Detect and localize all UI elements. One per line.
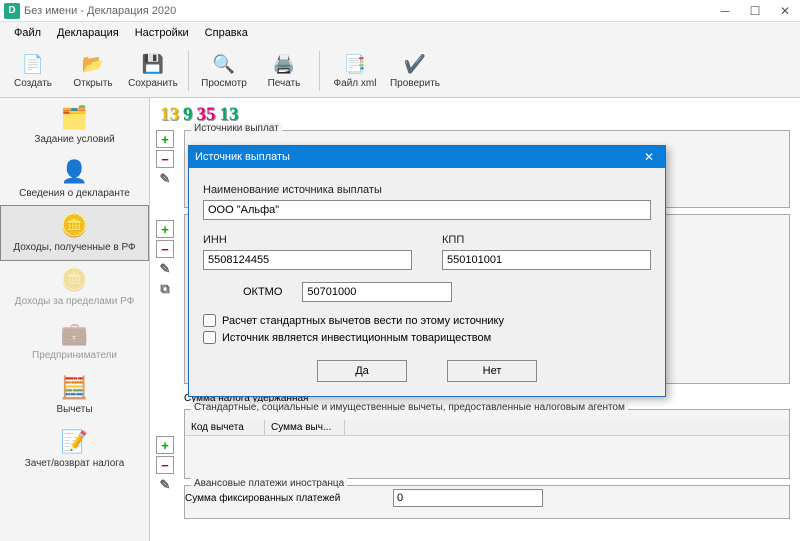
add-income-button[interactable]: +: [156, 220, 174, 238]
source-name-input[interactable]: [203, 200, 651, 220]
return-icon: 📝: [59, 428, 91, 456]
sidebar: 🗂️Задание условий 👤Сведения о декларанте…: [0, 98, 150, 541]
toolbar: 📄Создать 📂Открыть 💾Сохранить 🔍Просмотр 🖨…: [0, 44, 800, 98]
close-button[interactable]: ✕: [770, 1, 800, 21]
preview-icon: 🔍: [212, 52, 236, 76]
deductions-legend: Стандартные, социальные и имущественные …: [191, 402, 628, 413]
oktmo-label: ОКТМО: [243, 286, 282, 298]
standard-deductions-checkbox-row[interactable]: Расчет стандартных вычетов вести по этом…: [203, 314, 651, 327]
conditions-icon: 🗂️: [59, 104, 91, 132]
sidebar-item-income-rf[interactable]: 🪙Доходы, полученные в РФ: [0, 205, 149, 261]
sources-legend: Источники выплат: [191, 123, 282, 134]
calculator-icon: 🧮: [59, 374, 91, 402]
dialog-no-button[interactable]: Нет: [447, 360, 537, 382]
col-sum[interactable]: Сумма выч...: [265, 420, 345, 435]
maximize-button[interactable]: ☐: [740, 1, 770, 21]
minimize-button[interactable]: ─: [710, 1, 740, 21]
dialog-titlebar[interactable]: Источник выплаты ✕: [189, 146, 665, 168]
edit-deduction-button[interactable]: ✎: [156, 476, 174, 494]
advance-body: Сумма фиксированных платежей: [185, 486, 789, 510]
deductions-body: Код вычета Сумма выч...: [185, 410, 789, 436]
print-button[interactable]: 🖨️Печать: [255, 47, 313, 95]
dialog-yes-button[interactable]: Да: [317, 360, 407, 382]
preview-button[interactable]: 🔍Просмотр: [195, 47, 253, 95]
fixed-sum-input[interactable]: [393, 489, 543, 507]
menubar: Файл Декларация Настройки Справка: [0, 22, 800, 44]
standard-deductions-checkbox-label: Расчет стандартных вычетов вести по этом…: [222, 315, 504, 327]
coins-icon: 🪙: [59, 212, 91, 240]
remove-deduction-button[interactable]: −: [156, 456, 174, 474]
xml-icon: 📑: [343, 52, 367, 76]
remove-source-button[interactable]: −: [156, 150, 174, 168]
income-buttons: + − ✎ ⧉: [156, 220, 174, 298]
oktmo-input[interactable]: [302, 282, 452, 302]
deductions-table-header: Код вычета Сумма выч...: [185, 420, 789, 436]
open-button[interactable]: 📂Открыть: [64, 47, 122, 95]
deductions-buttons: + − ✎: [156, 436, 174, 494]
sidebar-item-conditions[interactable]: 🗂️Задание условий: [0, 98, 149, 152]
edit-source-button[interactable]: ✎: [156, 170, 174, 188]
check-button[interactable]: ✔️Проверить: [386, 47, 444, 95]
dialog-body: Наименование источника выплаты ИНН КПП О…: [189, 168, 665, 396]
advance-legend: Авансовые платежи иностранца: [191, 478, 347, 489]
standard-deductions-checkbox[interactable]: [203, 314, 216, 327]
check-icon: ✔️: [403, 52, 427, 76]
sidebar-item-deductions[interactable]: 🧮Вычеты: [0, 368, 149, 422]
sidebar-item-declarant[interactable]: 👤Сведения о декларанте: [0, 152, 149, 206]
add-source-button[interactable]: +: [156, 130, 174, 148]
app-icon: D: [4, 3, 20, 19]
new-file-icon: 📄: [21, 52, 45, 76]
dialog-title: Источник выплаты: [195, 151, 639, 163]
open-folder-icon: 📂: [81, 52, 105, 76]
menu-help[interactable]: Справка: [197, 24, 256, 42]
investment-checkbox[interactable]: [203, 331, 216, 344]
menu-declaration[interactable]: Декларация: [49, 24, 127, 42]
briefcase-icon: 💼: [59, 320, 91, 348]
sidebar-item-entrepreneurs[interactable]: 💼Предприниматели: [0, 314, 149, 368]
rate-tab-13a[interactable]: 13: [160, 104, 179, 126]
copy-income-button[interactable]: ⧉: [156, 280, 174, 298]
investment-checkbox-label: Источник является инвестиционным товарищ…: [222, 332, 491, 344]
xml-button[interactable]: 📑Файл xml: [326, 47, 384, 95]
source-name-label: Наименование источника выплаты: [203, 184, 651, 196]
payment-source-dialog: Источник выплаты ✕ Наименование источник…: [188, 145, 666, 397]
dialog-close-button[interactable]: ✕: [639, 150, 659, 164]
add-deduction-button[interactable]: +: [156, 436, 174, 454]
sidebar-item-offset[interactable]: 📝Зачет/возврат налога: [0, 422, 149, 476]
col-code[interactable]: Код вычета: [185, 420, 265, 435]
kpp-input[interactable]: [442, 250, 651, 270]
investment-checkbox-row[interactable]: Источник является инвестиционным товарищ…: [203, 331, 651, 344]
separator: [188, 51, 189, 91]
inn-label: ИНН: [203, 234, 412, 246]
titlebar: D Без имени - Декларация 2020 ─ ☐ ✕: [0, 0, 800, 22]
kpp-label: КПП: [442, 234, 651, 246]
fixed-sum-label: Сумма фиксированных платежей: [185, 493, 385, 504]
globe-coins-icon: 🪙: [59, 266, 91, 294]
inn-input[interactable]: [203, 250, 412, 270]
menu-settings[interactable]: Настройки: [127, 24, 197, 42]
menu-file[interactable]: Файл: [6, 24, 49, 42]
sources-buttons: + − ✎: [156, 130, 174, 188]
create-button[interactable]: 📄Создать: [4, 47, 62, 95]
separator: [319, 51, 320, 91]
declarant-icon: 👤: [59, 158, 91, 186]
advance-panel: Авансовые платежи иностранца Сумма фикси…: [184, 485, 790, 519]
window-title: Без имени - Декларация 2020: [24, 5, 710, 17]
edit-income-button[interactable]: ✎: [156, 260, 174, 278]
save-icon: 💾: [141, 52, 165, 76]
sidebar-item-income-abroad[interactable]: 🪙Доходы за пределами РФ: [0, 260, 149, 314]
save-button[interactable]: 💾Сохранить: [124, 47, 182, 95]
remove-income-button[interactable]: −: [156, 240, 174, 258]
deductions-panel: Стандартные, социальные и имущественные …: [184, 409, 790, 479]
print-icon: 🖨️: [272, 52, 296, 76]
